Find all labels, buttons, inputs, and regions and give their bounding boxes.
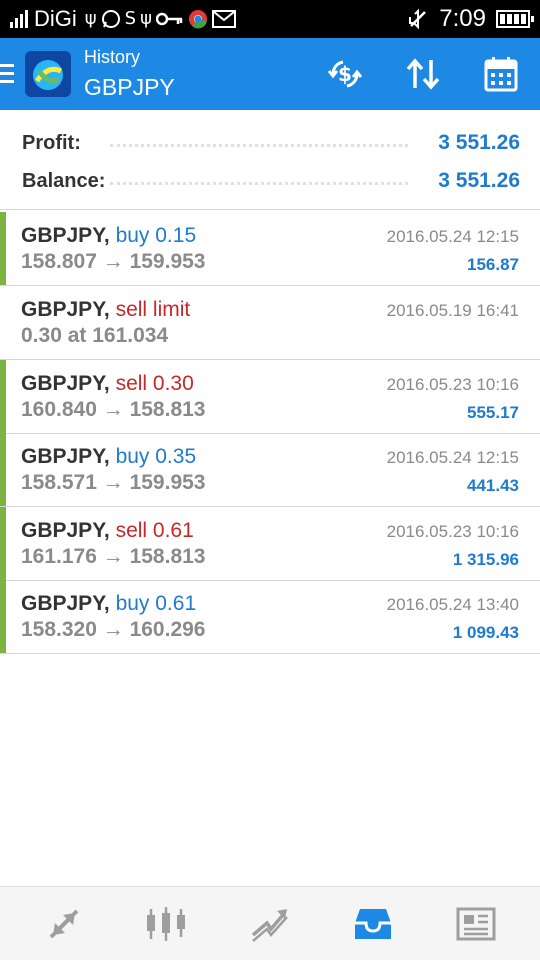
position-bar <box>0 360 6 433</box>
sort-icon <box>406 58 440 90</box>
history-icon <box>355 909 391 939</box>
deal-date: 2016.05.24 12:15 <box>386 227 519 246</box>
deal-row[interactable]: GBPJPY, sell 0.30 160.840 → 158.813 2016… <box>0 360 540 434</box>
chrome-icon <box>188 10 207 29</box>
deal-separator: , <box>103 445 110 468</box>
deal-type: buy 0.15 <box>115 224 197 247</box>
deal-prices: 160.840 → 158.813 <box>21 398 206 421</box>
deal-symbol: GBPJPY <box>21 298 104 321</box>
dotted-leader <box>110 182 408 185</box>
deal-profit: 1 099.43 <box>452 623 519 642</box>
deal-symbol: GBPJPY <box>21 372 104 395</box>
profit-label: Profit: <box>22 132 81 154</box>
deal-type: sell 0.61 <box>115 519 194 542</box>
deal-profit: 156.87 <box>467 255 519 274</box>
position-bar <box>0 507 6 580</box>
deal-separator: , <box>103 298 110 321</box>
deal-title: GBPJPY, buy 0.35 <box>21 444 196 470</box>
nav-history[interactable] <box>352 903 394 945</box>
status-bar-right: 7:09 <box>407 5 534 33</box>
position-bar <box>0 212 6 285</box>
usb-icon: ψ <box>140 8 152 29</box>
deal-separator: , <box>103 592 110 615</box>
status-bar-left: DiGi ψ S ψ <box>8 6 236 32</box>
battery-icon <box>496 10 534 28</box>
deal-row[interactable]: GBPJPY, buy 0.35 158.571 → 159.953 2016.… <box>0 433 540 507</box>
symbol-subtitle: GBPJPY <box>84 74 175 100</box>
signal-icon <box>10 10 28 28</box>
deal-prices: 158.571 → 159.953 <box>21 471 206 494</box>
deal-date: 2016.05.19 16:41 <box>386 301 519 320</box>
profit-row: Profit: 3 551.26 <box>22 128 520 158</box>
page-title: History <box>84 47 141 67</box>
carrier-name: DiGi <box>34 6 77 31</box>
usb-icon: ψ <box>84 8 97 29</box>
deal-symbol: GBPJPY <box>21 445 104 468</box>
currency-exchange-icon: $ <box>327 60 363 88</box>
trade-icon <box>251 909 288 942</box>
dotted-leader <box>110 144 408 147</box>
menu-icon[interactable] <box>0 64 14 84</box>
deal-title: GBPJPY, buy 0.61 <box>21 591 196 617</box>
deal-title: GBPJPY, sell 0.61 <box>21 518 194 544</box>
whatsapp-icon <box>101 10 120 28</box>
deal-title: GBPJPY, buy 0.15 <box>21 223 196 249</box>
deal-separator: , <box>103 372 110 395</box>
sync-icon: S <box>124 8 137 29</box>
deal-type: buy 0.35 <box>115 445 197 468</box>
app-logo[interactable] <box>25 51 71 97</box>
deal-separator: , <box>103 519 110 542</box>
deal-row[interactable]: GBPJPY, buy 0.61 158.320 → 160.296 2016.… <box>0 580 540 654</box>
position-bar <box>0 433 6 506</box>
summary-panel: Profit: 3 551.26 Balance: 3 551.26 <box>0 112 540 210</box>
clock: 7:09 <box>439 5 486 32</box>
svg-text:$: $ <box>338 62 352 86</box>
deal-date: 2016.05.23 10:16 <box>386 375 519 394</box>
calendar-button[interactable] <box>479 52 523 96</box>
deal-prices: 158.320 → 160.296 <box>21 618 206 641</box>
nav-chart[interactable] <box>145 903 187 945</box>
deal-date: 2016.05.24 12:15 <box>386 448 519 467</box>
gmail-icon <box>211 10 236 28</box>
status-bar: DiGi ψ S ψ 7:09 <box>0 0 540 38</box>
deal-row[interactable]: GBPJPY, sell limit 0.30 at 161.034 2016.… <box>0 286 540 360</box>
balance-value: 3 551.26 <box>438 169 520 192</box>
deal-title: GBPJPY, sell limit <box>21 297 190 323</box>
bottom-nav <box>0 886 540 960</box>
quotes-icon <box>49 909 79 939</box>
deal-prices: 0.30 at 161.034 <box>21 324 169 347</box>
news-icon <box>456 907 496 941</box>
key-icon <box>155 12 183 26</box>
deal-prices: 158.807 → 159.953 <box>21 250 206 273</box>
deal-profit: 441.43 <box>467 476 519 495</box>
profit-value: 3 551.26 <box>438 131 520 154</box>
deal-type: sell 0.30 <box>115 372 194 395</box>
action-bar: History GBPJPY $ <box>0 38 540 110</box>
nav-quotes[interactable] <box>43 903 85 945</box>
deal-profit: 1 315.96 <box>452 550 519 569</box>
currency-exchange-button[interactable]: $ <box>323 52 367 96</box>
nav-trade[interactable] <box>249 903 291 945</box>
deal-row[interactable]: GBPJPY, buy 0.15 158.807 → 159.953 2016.… <box>0 212 540 286</box>
calendar-icon <box>484 57 518 92</box>
deal-profit: 555.17 <box>467 403 519 422</box>
balance-row: Balance: 3 551.26 <box>22 166 520 196</box>
deal-symbol: GBPJPY <box>21 592 104 615</box>
chart-icon <box>147 907 185 941</box>
sort-button[interactable] <box>401 52 445 96</box>
deal-symbol: GBPJPY <box>21 224 104 247</box>
deal-date: 2016.05.23 10:16 <box>386 522 519 541</box>
position-bar <box>0 580 6 653</box>
deal-type: buy 0.61 <box>115 592 197 615</box>
deal-separator: , <box>103 224 110 247</box>
deal-date: 2016.05.24 13:40 <box>386 595 519 614</box>
mute-icon <box>409 8 427 30</box>
deal-prices: 161.176 → 158.813 <box>21 545 206 568</box>
deal-type: sell limit <box>115 298 191 321</box>
deal-row[interactable]: GBPJPY, sell 0.61 161.176 → 158.813 2016… <box>0 507 540 581</box>
balance-label: Balance: <box>22 170 106 192</box>
deal-symbol: GBPJPY <box>21 519 104 542</box>
nav-news[interactable] <box>455 903 497 945</box>
deal-title: GBPJPY, sell 0.30 <box>21 371 194 397</box>
